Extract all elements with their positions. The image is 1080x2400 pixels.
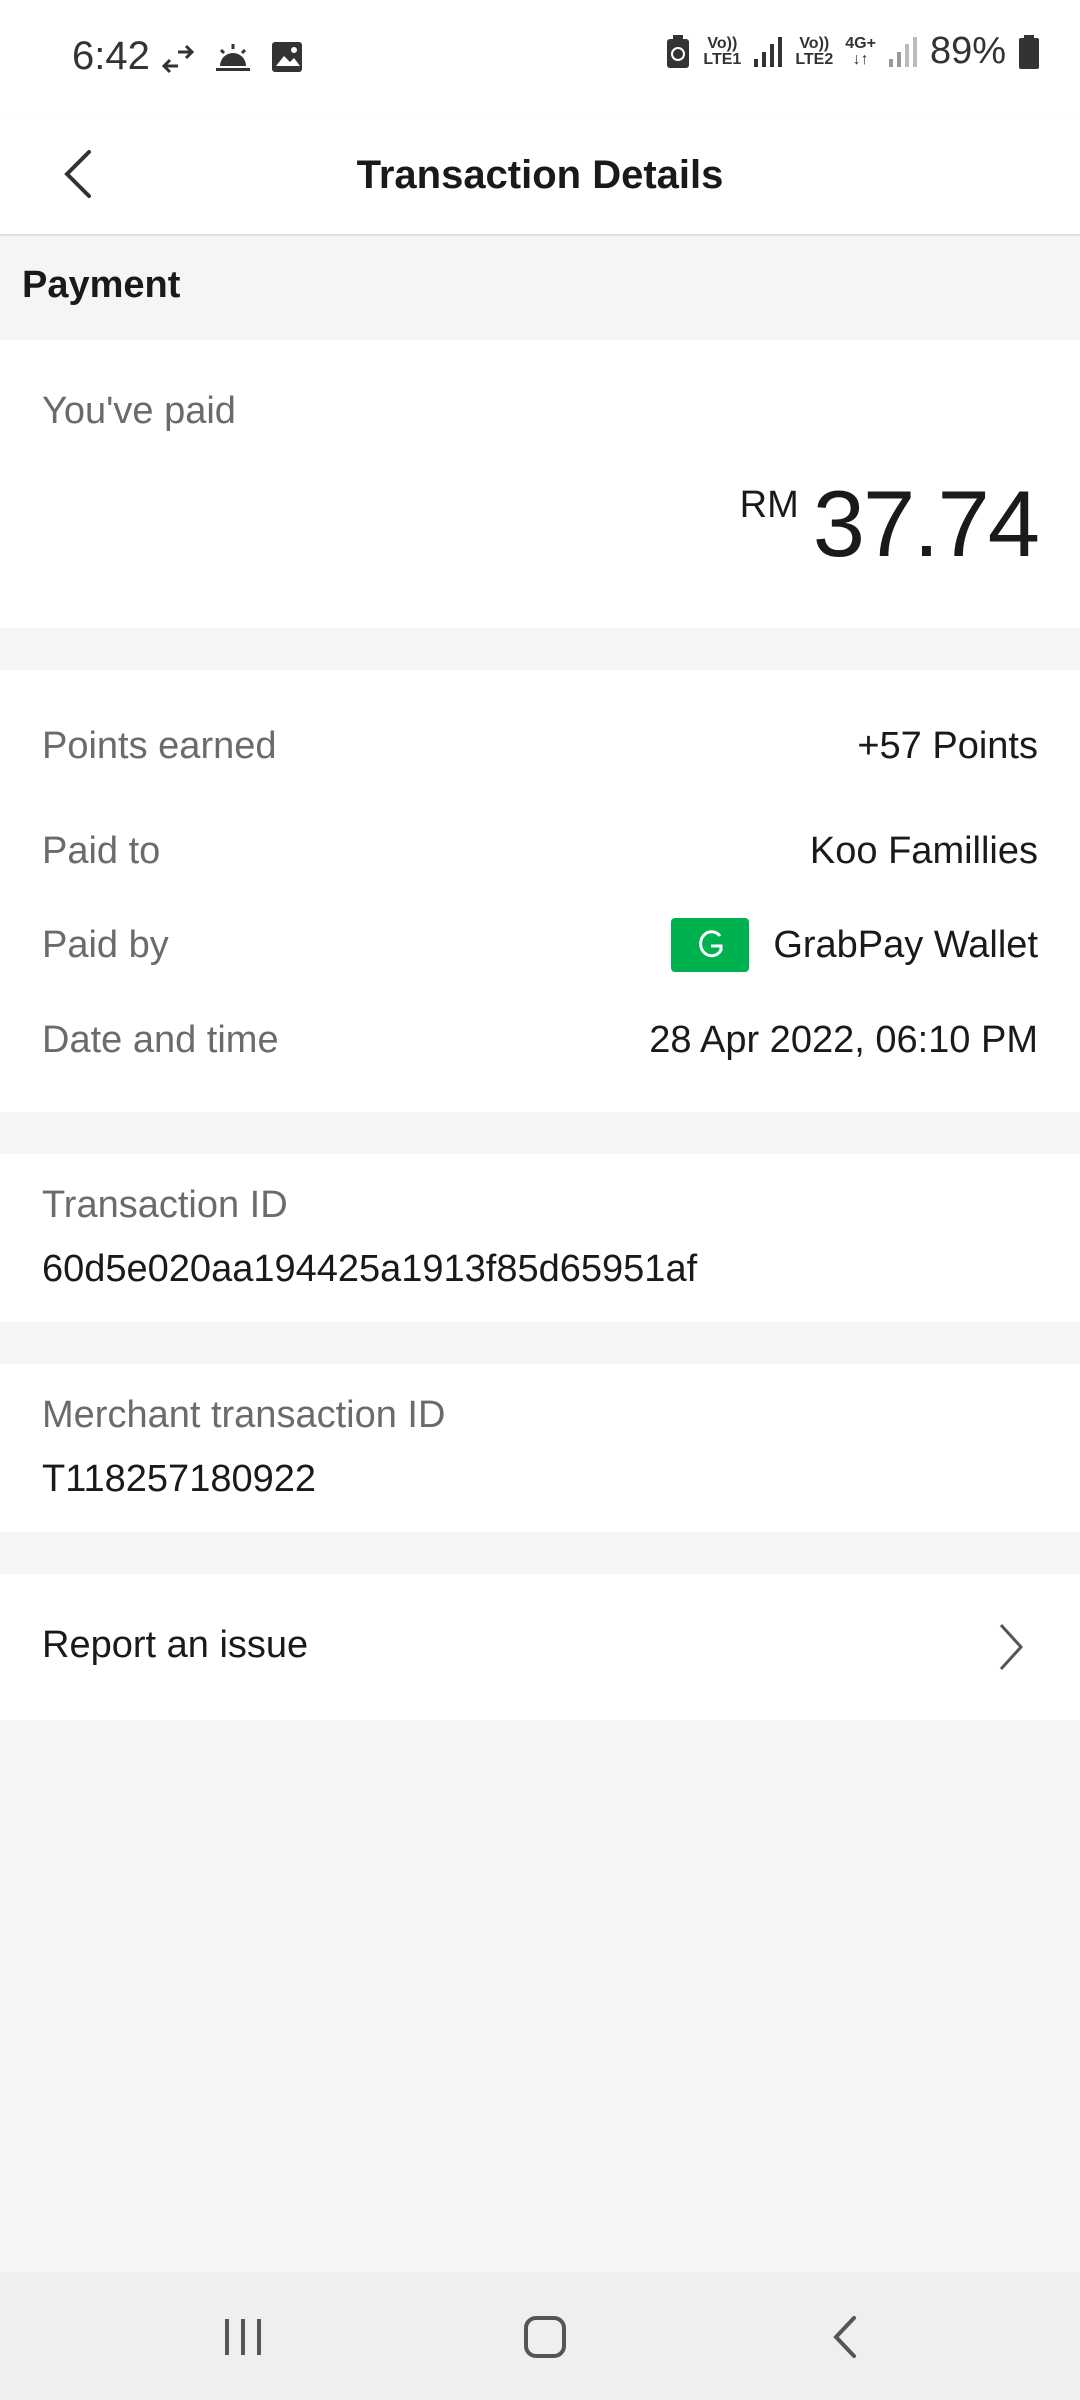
paid-to-label: Paid to [42,829,161,872]
transaction-id-value[interactable]: 60d5e020aa194425a1913f85d65951af [42,1248,697,1291]
report-issue-button[interactable]: Report an issue [0,1574,1080,1720]
points-value: +57 Points [857,724,1038,767]
report-issue-label: Report an issue [42,1624,309,1666]
details-card: Points earned +57 Points Paid to Koo Fam… [0,670,1080,1112]
paid-by-value: GrabPay Wallet [773,923,1038,966]
battery-saver-icon [667,34,690,68]
points-label: Points earned [42,724,277,767]
date-row: Date and time 28 Apr 2022, 06:10 PM [42,1010,1038,1070]
paid-label: You've paid [42,390,236,432]
status-bar: 6:42 Vo)) LTE1 Vo)) LTE2 4G+ ↓↑ 89% [0,0,1080,120]
points-row: Points earned +57 Points [42,716,1038,776]
weather-icon [216,44,250,71]
notification-icons [160,40,304,76]
section-title: Payment [22,264,181,306]
paid-to-row: Paid to Koo Famillies [42,821,1038,881]
transaction-id-card: Transaction ID 60d5e020aa194425a1913f85d… [0,1154,1080,1322]
chevron-right-icon [999,1623,1024,1671]
merchant-id-value[interactable]: T118257180922 [42,1458,316,1501]
system-status-icons: Vo)) LTE1 Vo)) LTE2 4G+ ↓↑ 89% [665,30,1040,73]
merchant-id-card: Merchant transaction ID T118257180922 [0,1364,1080,1532]
app-bar: Transaction Details [0,120,1080,234]
paid-by-row: Paid by GrabPay Wallet [42,915,1038,975]
status-time: 6:42 [72,34,150,78]
paid-to-value: Koo Famillies [809,829,1038,872]
transfer-icon [161,44,195,74]
date-value: 28 Apr 2022, 06:10 PM [649,1018,1038,1061]
home-icon[interactable] [522,2314,568,2360]
paid-by-label: Paid by [42,923,169,966]
transaction-id-label: Transaction ID [42,1184,288,1226]
gallery-icon [272,42,302,72]
paid-amount-card: You've paid RM 37.74 [0,340,1080,628]
sim2-volte-icon: Vo)) LTE2 [795,34,834,68]
signal-weak-icon [888,36,917,67]
battery-icon [1019,34,1039,69]
recent-apps-icon[interactable] [222,2316,264,2358]
currency-label: RM [739,484,799,526]
merchant-id-label: Merchant transaction ID [42,1394,446,1436]
grabpay-logo-icon [671,918,750,972]
amount-value: 37.74 [812,471,1040,576]
paid-by-method: GrabPay Wallet [671,918,1038,972]
section-header-payment: Payment [0,236,1080,338]
battery-percentage: 89% [929,30,1006,72]
network-type-icon: 4G+ ↓↑ [845,34,876,68]
back-nav-icon[interactable] [830,2314,860,2360]
system-nav-bar [0,2272,1080,2400]
signal-strength-icon [754,36,783,67]
sim1-volte-icon: Vo)) LTE1 [703,34,742,68]
page-title: Transaction Details [356,153,724,197]
date-label: Date and time [42,1018,279,1061]
paid-amount: RM 37.74 [739,470,1040,578]
